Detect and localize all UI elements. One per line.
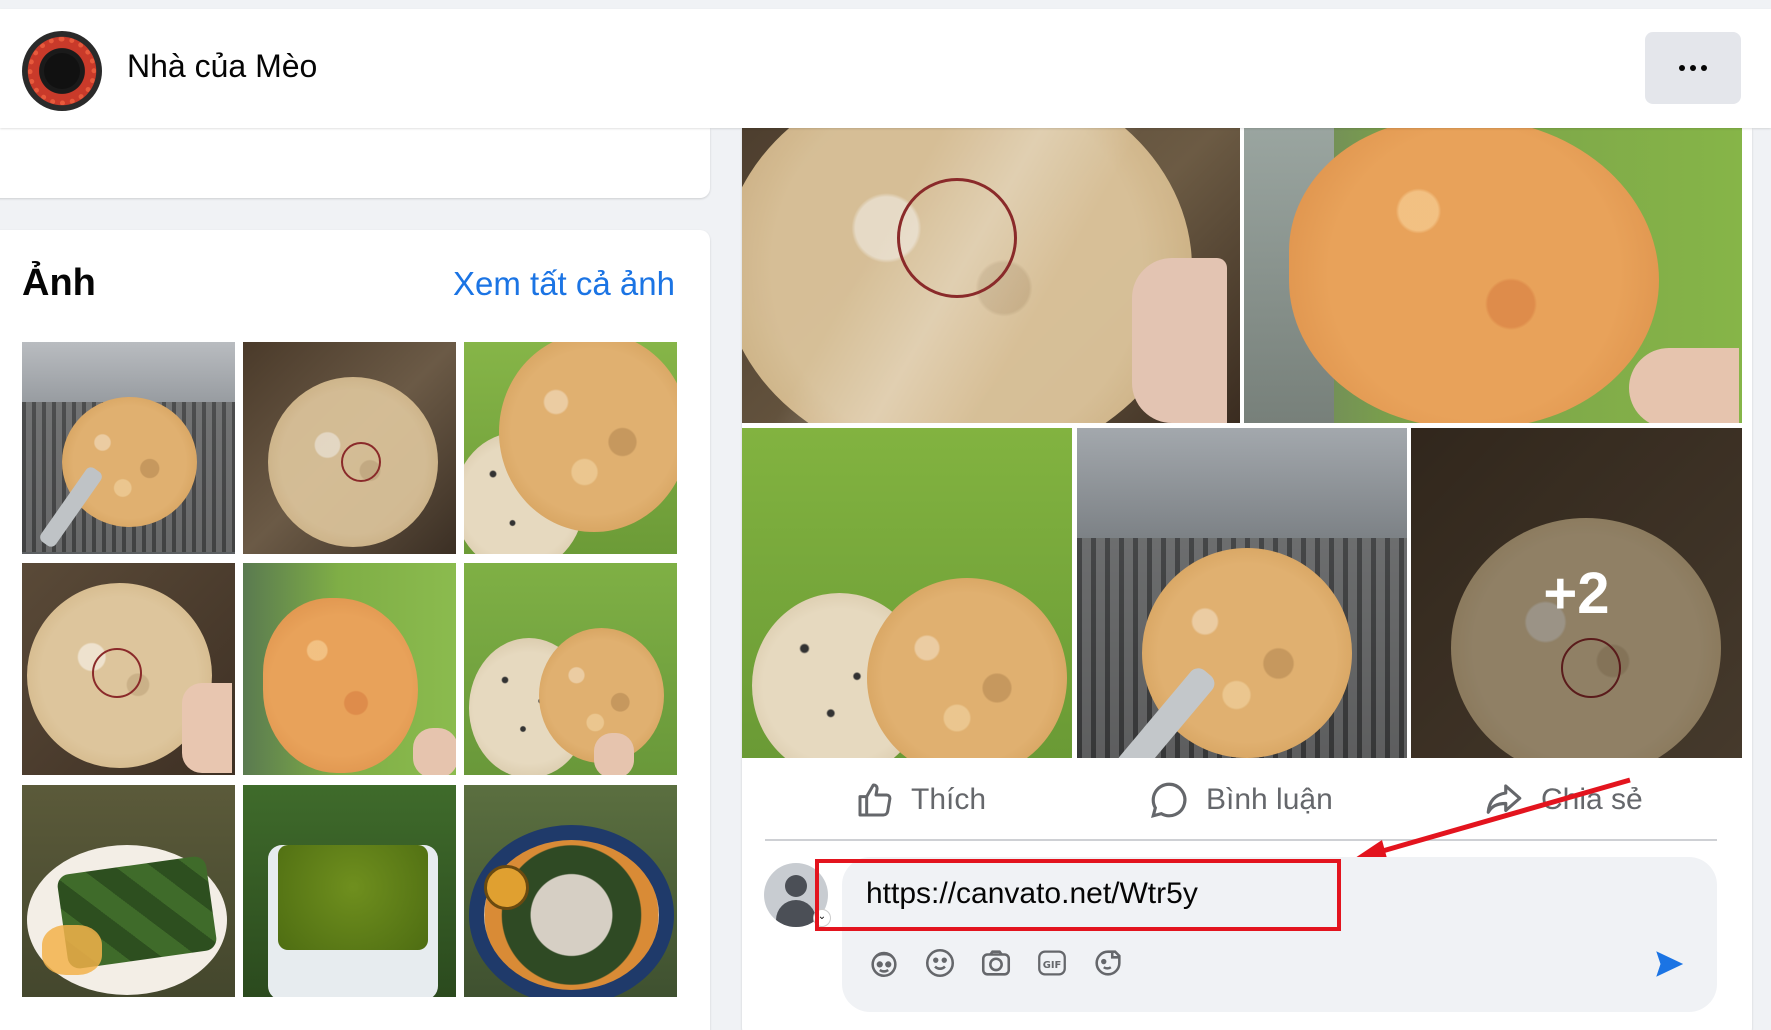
gif-icon[interactable]: GIF: [1034, 945, 1070, 981]
post-image[interactable]: [742, 428, 1072, 758]
top-strip: [0, 0, 1771, 9]
post-image[interactable]: [742, 128, 1240, 423]
svg-text:GIF: GIF: [1043, 960, 1062, 971]
more-options-button[interactable]: [1645, 32, 1741, 104]
post-image[interactable]: [1077, 428, 1407, 758]
comment-icon: [1151, 782, 1187, 818]
comment-toolbar: GIF: [866, 945, 1126, 985]
photos-title: Ảnh: [22, 262, 96, 304]
comment-label: Bình luận: [1206, 783, 1333, 816]
send-button[interactable]: [1650, 947, 1690, 983]
photo-thumb[interactable]: [22, 563, 235, 775]
photo-thumb[interactable]: [464, 563, 677, 775]
photo-thumb[interactable]: [243, 342, 456, 554]
photo-thumb[interactable]: [243, 785, 456, 997]
post-image-more[interactable]: +2: [1411, 428, 1742, 758]
like-button[interactable]: Thích: [855, 770, 986, 830]
page-avatar[interactable]: [22, 31, 102, 111]
intro-card-bottom: [0, 128, 710, 198]
see-all-photos-link[interactable]: Xem tất cả ảnh: [453, 265, 675, 303]
page-name[interactable]: Nhà của Mèo: [127, 48, 317, 85]
more-icon: [1679, 65, 1685, 71]
post-image[interactable]: [1244, 128, 1742, 423]
comment-button[interactable]: Bình luận: [1148, 770, 1333, 830]
more-photos-count: +2: [1411, 428, 1742, 758]
page-header: Nhà của Mèo: [0, 9, 1771, 128]
like-label: Thích: [911, 783, 987, 816]
emoji-icon[interactable]: [922, 945, 958, 981]
annotation-highlight-box: [815, 859, 1341, 931]
send-icon: [1656, 951, 1684, 977]
avatar-sticker-icon[interactable]: [866, 945, 902, 981]
annotation-arrow: [1352, 777, 1631, 862]
photo-thumb[interactable]: [464, 342, 677, 554]
camera-icon[interactable]: [978, 945, 1014, 981]
photo-thumb[interactable]: [22, 342, 235, 554]
sticker-icon[interactable]: [1090, 945, 1126, 981]
photo-thumb[interactable]: [464, 785, 677, 997]
like-icon: [858, 783, 892, 817]
photo-thumb[interactable]: [22, 785, 235, 997]
photo-thumb[interactable]: [243, 563, 456, 775]
